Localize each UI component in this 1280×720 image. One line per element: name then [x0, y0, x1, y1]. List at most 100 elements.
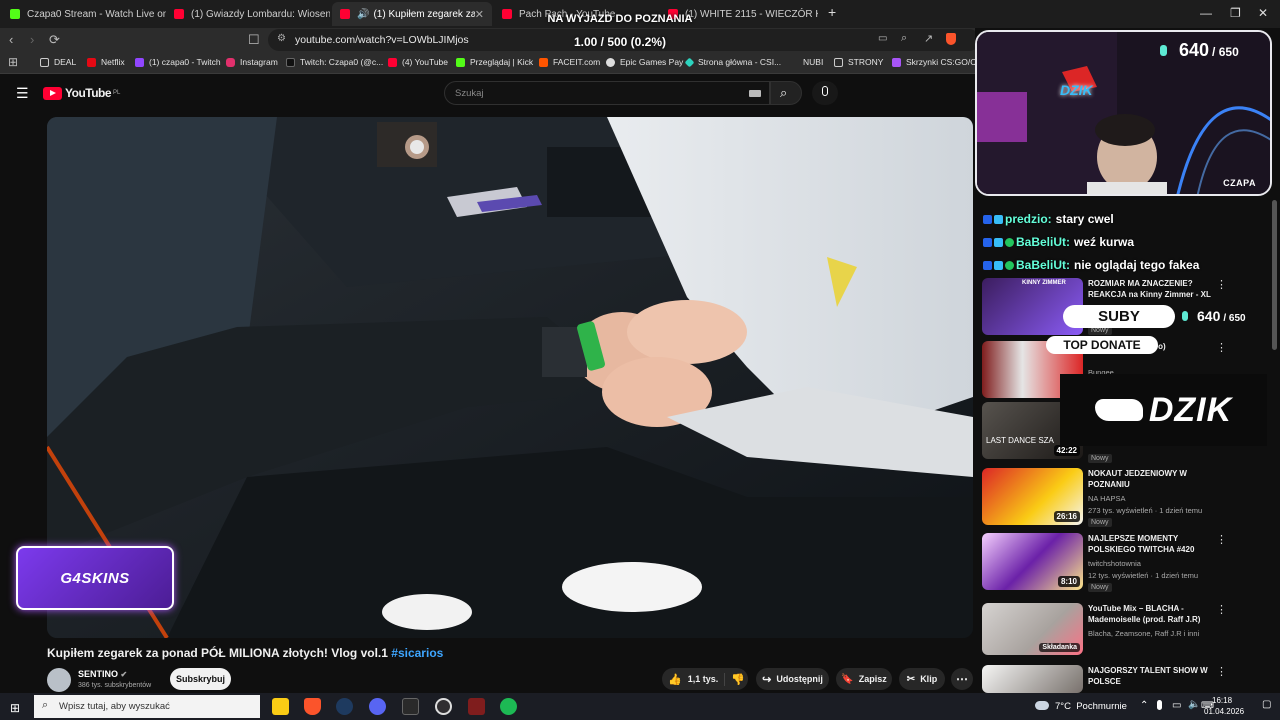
- tab-kick-stream[interactable]: Czapa0 Stream - Watch Live on Kick: [2, 2, 166, 26]
- spotify-icon[interactable]: [500, 698, 517, 715]
- more-actions-button[interactable]: ⋯: [951, 668, 973, 690]
- recommendation-thumbnail[interactable]: 8:10: [982, 533, 1083, 590]
- badge-icon: [983, 237, 992, 247]
- share-icon[interactable]: ↗: [924, 32, 933, 45]
- notification-icon[interactable]: ▢: [1262, 699, 1271, 710]
- search-input[interactable]: Szukaj: [444, 81, 770, 105]
- recommendation-thumbnail[interactable]: [982, 665, 1083, 693]
- file-explorer-icon[interactable]: [272, 698, 289, 715]
- maximize-button[interactable]: ❐: [1230, 6, 1241, 20]
- reload-icon[interactable]: ⟳: [49, 32, 60, 48]
- more-options-icon[interactable]: ⋮: [1216, 278, 1227, 291]
- new-badge: Nowy: [1088, 583, 1112, 592]
- bookmark-instagram[interactable]: Instagram: [226, 57, 278, 67]
- bookmark-skrzynki[interactable]: Skrzynki CS:GO/CS2: [892, 57, 987, 67]
- like-button[interactable]: 👍 1,1 tys. 👎: [662, 668, 748, 690]
- microphone-tray-icon[interactable]: [1157, 700, 1162, 710]
- tab-active-video[interactable]: 🔊 (1) Kupiłem zegarek za ponad ✕: [332, 2, 492, 26]
- top-donate-label: TOP DONATE: [1046, 336, 1158, 354]
- bookmark-youtube[interactable]: (4) YouTube: [388, 57, 448, 67]
- bookmark-faceit[interactable]: FACEIT.com: [539, 57, 600, 67]
- subscribe-button[interactable]: Subskrybuj: [170, 668, 231, 690]
- epic-icon: [606, 57, 615, 67]
- close-tab-icon[interactable]: ✕: [475, 8, 484, 21]
- bookmark-tiktok[interactable]: Twitch: Czapa0 (@c...: [286, 57, 383, 67]
- epic-games-icon[interactable]: [402, 698, 419, 715]
- tab-gwiazdy-lombardu[interactable]: (1) Gwiazdy Lombardu: Wiosenny Ol: [166, 2, 330, 26]
- share-button[interactable]: ↪ Udostępnij: [756, 668, 829, 690]
- cast-icon[interactable]: ▭: [878, 33, 887, 44]
- search-icon: ⌕: [780, 85, 788, 100]
- bookmark-netflix[interactable]: Netflix: [87, 57, 125, 67]
- stream-goal-title: NA WYJAZD DO POZNANIA: [547, 13, 693, 25]
- weather-text[interactable]: 7°C Pochmurnie: [1055, 701, 1127, 712]
- boar-icon: [1094, 399, 1143, 421]
- close-window-button[interactable]: ✕: [1258, 6, 1268, 20]
- brave-shield-icon[interactable]: [946, 33, 956, 45]
- clock-time[interactable]: 16:18: [1212, 696, 1232, 705]
- bookmark-icon[interactable]: ☐: [248, 32, 260, 48]
- bookmark-kick[interactable]: Przeglądaj | Kick: [456, 57, 533, 67]
- scissors-icon: ✂: [906, 673, 916, 685]
- bookmark-deal[interactable]: DEAL: [40, 57, 76, 67]
- clip-button[interactable]: ✂ Klip: [899, 668, 945, 690]
- minimize-button[interactable]: —: [1200, 6, 1212, 20]
- youtube-logo[interactable]: YouTube PL: [43, 86, 120, 100]
- search-button[interactable]: ⌕: [770, 81, 802, 105]
- microphone-icon: [822, 86, 828, 96]
- youtube-icon: [502, 9, 512, 19]
- clock-date[interactable]: 01.04.2026: [1204, 707, 1244, 716]
- bookmark-strony[interactable]: STRONY: [834, 57, 883, 67]
- back-icon[interactable]: ‹: [9, 32, 13, 47]
- bookmark-epic[interactable]: Epic Games Pay: [606, 57, 683, 67]
- apps-grid-icon[interactable]: ⊞: [8, 55, 18, 69]
- zoom-icon[interactable]: ⌕: [901, 32, 907, 45]
- save-button[interactable]: 🔖 Zapisz: [836, 668, 892, 690]
- more-options-icon[interactable]: ⋮: [1216, 603, 1227, 616]
- badge-icon: [994, 260, 1003, 270]
- dislike-button[interactable]: 👎: [724, 672, 745, 686]
- subs-counter: 640 / 650: [1182, 308, 1246, 324]
- bookmarks-bar: ⊞ DEAL Netflix (1) czapa0 - Twitch Insta…: [0, 52, 987, 74]
- save-bookmark-icon: 🔖: [841, 673, 854, 685]
- more-options-icon[interactable]: ⋮: [1216, 665, 1227, 678]
- badge-icon: [983, 260, 992, 270]
- tab-title: (1) WHITE 2115 - WIECZÓR KAWALE: [685, 8, 818, 20]
- windows-start-icon[interactable]: ⊞: [10, 701, 20, 715]
- channel-name[interactable]: SENTINO ✔: [78, 669, 127, 679]
- instagram-icon: [226, 57, 235, 67]
- recommendation-title: NAJLEPSZE MOMENTY POLSKIEGO TWITCHA #420: [1088, 534, 1195, 554]
- recommendation-title: NAJGORSZY TALENT SHOW W POLSCE: [1088, 666, 1208, 686]
- scrollbar[interactable]: [1272, 200, 1277, 350]
- more-options-icon[interactable]: ⋮: [1216, 341, 1227, 354]
- network-icon[interactable]: ▭: [1172, 700, 1181, 711]
- video-player[interactable]: [47, 117, 973, 638]
- bookmark-csi[interactable]: Strona główna - CSI...: [684, 57, 781, 67]
- adobe-icon[interactable]: [468, 698, 485, 715]
- steam-icon[interactable]: [336, 698, 353, 715]
- twitch-icon: [135, 57, 144, 67]
- kick-icon: [10, 9, 20, 19]
- discord-icon[interactable]: [369, 698, 386, 715]
- hamburger-menu-icon[interactable]: ☰: [16, 85, 29, 102]
- keyboard-icon[interactable]: [749, 90, 761, 97]
- gem-icon: [1160, 45, 1167, 56]
- hashtag-link[interactable]: #sicarios: [391, 646, 443, 660]
- recommendation-thumbnail[interactable]: 26:16: [982, 468, 1083, 525]
- tray-chevron-icon[interactable]: ⌃: [1140, 700, 1148, 711]
- recommendation-title: ROZMIAR MA ZNACZENIE? REAKCJA na Kinny Z…: [1088, 279, 1211, 299]
- channel-avatar[interactable]: [47, 668, 71, 692]
- brave-browser-icon[interactable]: [304, 698, 321, 715]
- recommendation-meta: 273 tys. wyświetleń · 1 dzień temu: [1088, 506, 1203, 515]
- more-options-icon[interactable]: ⋮: [1216, 533, 1227, 546]
- taskbar-search-input[interactable]: ⌕ Wpisz tutaj, aby wyszukać: [34, 695, 260, 718]
- forward-icon[interactable]: ›: [30, 32, 34, 47]
- bookmark-nubi[interactable]: NUBI: [803, 57, 823, 67]
- voice-search-button[interactable]: [812, 81, 838, 105]
- new-tab-button[interactable]: +: [828, 4, 836, 20]
- bookmark-twitch[interactable]: (1) czapa0 - Twitch: [135, 57, 221, 67]
- volume-icon[interactable]: 🔈: [1188, 699, 1200, 710]
- obs-icon[interactable]: [435, 698, 452, 715]
- site-info-icon[interactable]: ⚙: [277, 33, 286, 44]
- recommendation-thumbnail[interactable]: Składanka: [982, 603, 1083, 655]
